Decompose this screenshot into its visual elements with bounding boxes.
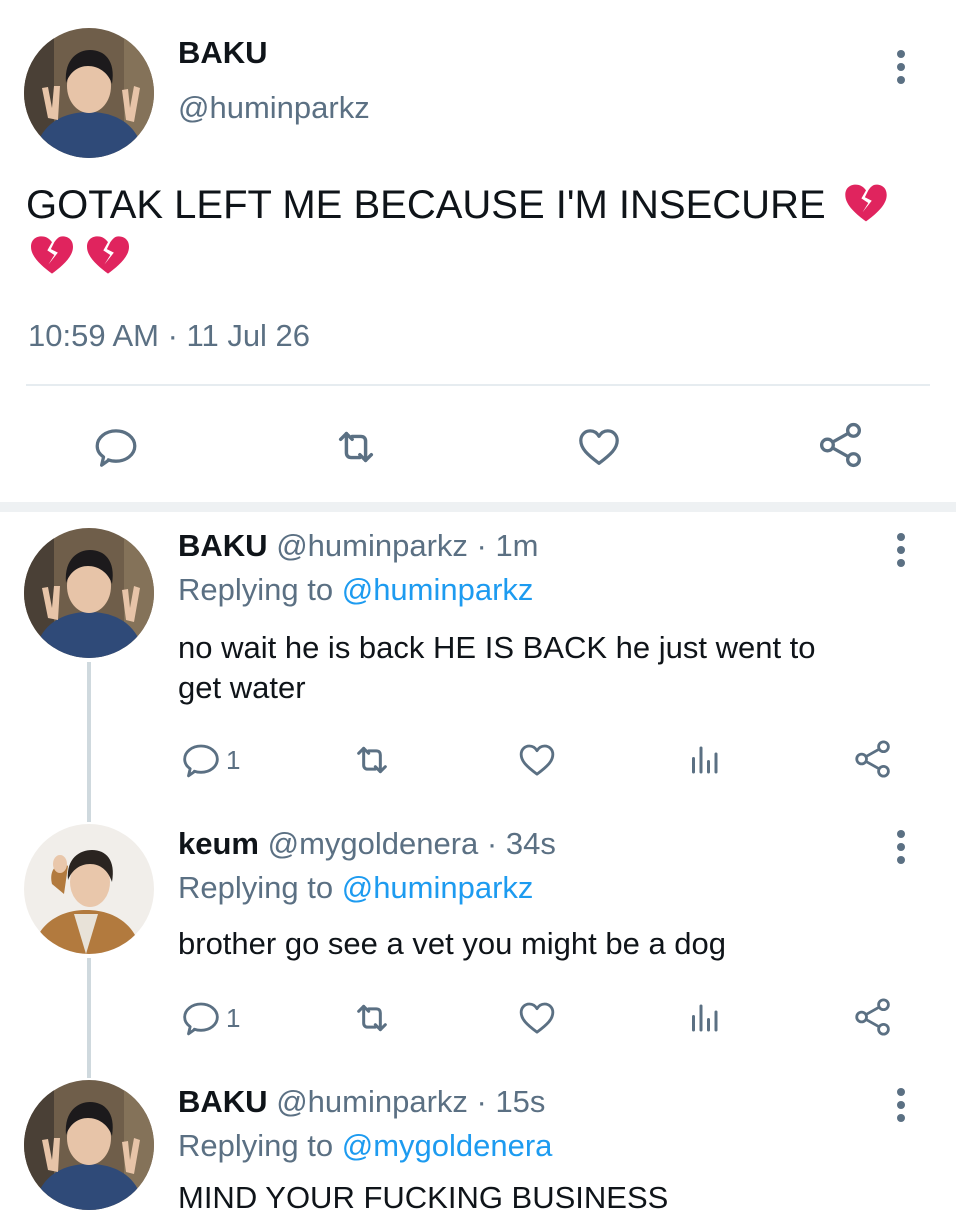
replying-to: Replying to @huminparkz [178, 870, 533, 906]
reply-text: MIND YOUR FUCKING BUSINESS [178, 1180, 669, 1215]
avatar[interactable] [24, 528, 154, 658]
tweet-text: GOTAK LEFT ME BECAUSE I'M INSECURE [26, 180, 936, 230]
reply-text-line: get water [178, 670, 306, 705]
share-icon[interactable] [852, 738, 894, 780]
like-icon[interactable] [574, 424, 624, 470]
reply-header: BAKU @huminparkz · 1m [178, 528, 539, 564]
avatar[interactable] [24, 1080, 154, 1210]
replying-prefix: Replying to [178, 1128, 342, 1163]
reply-icon[interactable] [180, 998, 222, 1038]
like-icon[interactable] [516, 740, 558, 780]
avatar[interactable] [24, 28, 154, 158]
replying-to: Replying to @huminparkz [178, 572, 533, 608]
mention-link[interactable]: @huminparkz [342, 870, 534, 905]
reply-icon[interactable] [180, 740, 222, 780]
user-handle[interactable]: @huminparkz [178, 90, 370, 126]
tweet-text-content: GOTAK LEFT ME BECAUSE I'M INSECURE [26, 183, 826, 227]
reply-header: keum @mygoldenera · 34s [178, 826, 556, 862]
timestamp[interactable]: 10:59 AM · 11 Jul 26 [28, 318, 310, 354]
broken-heart-emoji [84, 234, 132, 276]
retweet-icon[interactable] [350, 740, 394, 780]
share-icon[interactable] [816, 420, 866, 470]
reply-header: BAKU @huminparkz · 15s [178, 1084, 545, 1120]
display-name[interactable]: BAKU [178, 528, 268, 563]
reply-count: 1 [226, 1003, 241, 1033]
handle-time[interactable]: @huminparkz · 15s [276, 1084, 545, 1119]
thread-line [87, 662, 91, 822]
mention-link[interactable]: @huminparkz [342, 572, 534, 607]
replying-prefix: Replying to [178, 870, 342, 905]
more-icon[interactable] [897, 830, 907, 869]
more-icon[interactable] [897, 1088, 907, 1127]
avatar[interactable] [24, 824, 154, 954]
analytics-icon[interactable] [686, 1000, 722, 1036]
replying-prefix: Replying to [178, 572, 342, 607]
display-name[interactable]: BAKU [178, 35, 268, 71]
reply-text: brother go see a vet you might be a dog [178, 926, 727, 961]
handle-time[interactable]: @mygoldenera · 34s [268, 826, 556, 861]
handle-time[interactable]: @huminparkz · 1m [276, 528, 538, 563]
section-divider [0, 502, 956, 512]
display-name[interactable]: keum [178, 826, 259, 861]
more-icon[interactable] [897, 533, 907, 572]
emoji-row [28, 234, 132, 281]
divider [26, 384, 930, 386]
replying-to: Replying to @mygoldenera [178, 1128, 552, 1164]
display-name[interactable]: BAKU [178, 1084, 268, 1119]
reply-count: 1 [226, 745, 241, 775]
mention-link[interactable]: @mygoldenera [342, 1128, 553, 1163]
more-icon[interactable] [897, 50, 907, 89]
retweet-icon[interactable] [350, 998, 394, 1038]
retweet-icon[interactable] [330, 424, 382, 470]
broken-heart-emoji [28, 234, 76, 276]
reply-text-line: no wait he is back HE IS BACK he just we… [178, 630, 816, 665]
analytics-icon[interactable] [686, 742, 722, 778]
reply-text: no wait he is back HE IS BACK he just we… [178, 628, 816, 708]
reply-icon[interactable] [92, 424, 140, 470]
like-icon[interactable] [516, 998, 558, 1038]
broken-heart-emoji [843, 182, 889, 224]
share-icon[interactable] [852, 996, 894, 1038]
thread-line [87, 958, 91, 1078]
